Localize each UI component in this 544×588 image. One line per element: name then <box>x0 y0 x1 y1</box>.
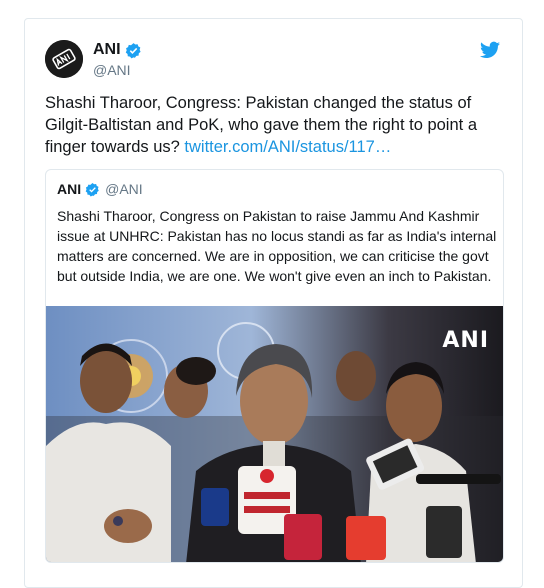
tweet-text: Shashi Tharoor, Congress: Pakistan chang… <box>45 92 507 158</box>
photo-watermark: ANI <box>442 328 489 353</box>
verified-icon <box>85 182 99 196</box>
author-name-row: ANI <box>93 41 142 59</box>
avatar[interactable] <box>45 40 83 78</box>
quoted-author-name[interactable]: ANI <box>57 181 81 197</box>
quoted-tweet-text: Shashi Tharoor, Congress on Pakistan to … <box>57 208 497 284</box>
author-handle[interactable]: @ANI <box>93 62 131 78</box>
quoted-tweet-header: ANI @ANI <box>57 181 143 197</box>
photo-press-scene <box>46 306 503 562</box>
verified-icon <box>125 42 141 58</box>
quoted-tweet-photo[interactable]: ANI <box>46 306 503 562</box>
quoted-author-handle[interactable]: @ANI <box>105 181 143 197</box>
author-name[interactable]: ANI <box>93 41 121 59</box>
quoted-tweet[interactable]: ANI @ANI Shashi Tharoor, Congress on Pak… <box>45 169 504 563</box>
twitter-bird-icon[interactable] <box>480 41 500 59</box>
tweet-card: ANI @ANI Shashi Tharoor, Congress: Pakis… <box>24 18 523 588</box>
ani-logo-icon <box>45 40 83 78</box>
tweet-link[interactable]: twitter.com/ANI/status/117… <box>184 138 391 156</box>
